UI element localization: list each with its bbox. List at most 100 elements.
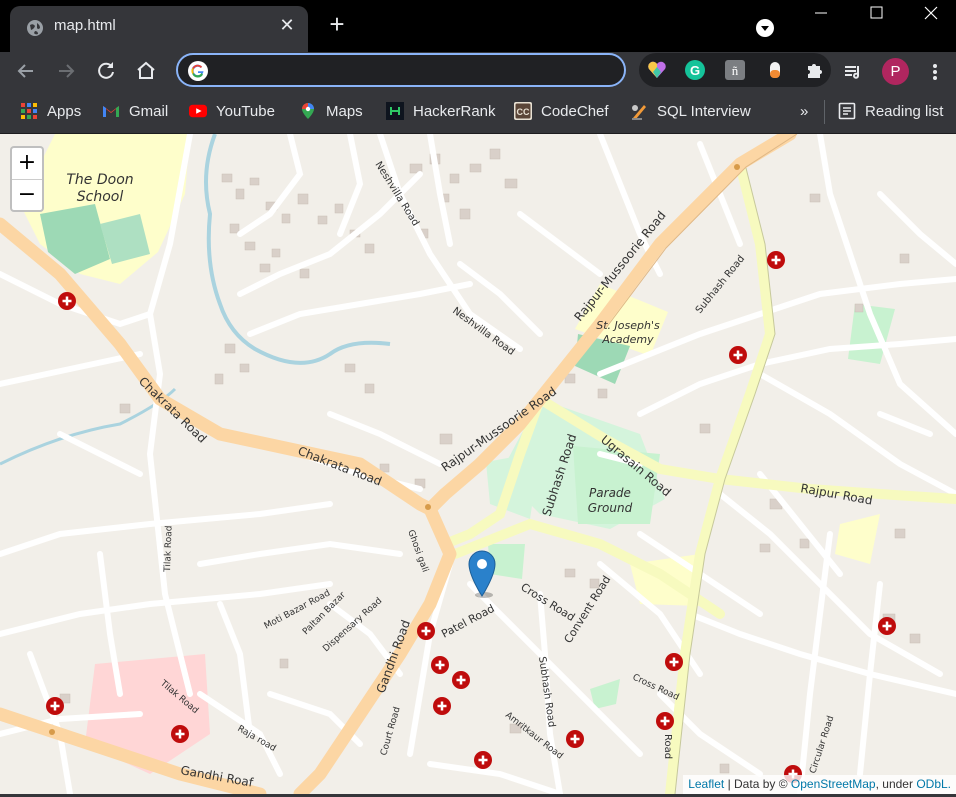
reading-list-button[interactable]: Reading list: [838, 100, 943, 122]
svg-text:ñ: ñ: [732, 63, 739, 78]
home-icon[interactable]: [133, 58, 159, 84]
bookmark-label: Apps: [47, 102, 82, 120]
map-label: Rajpur Road: [799, 481, 873, 507]
map-label: Cross Road: [631, 673, 681, 703]
hospital-icon: [878, 617, 896, 635]
close-tab-icon[interactable]: ✕: [278, 16, 296, 34]
bookmarks-overflow-label: »: [800, 102, 809, 120]
hospital-icon: [58, 292, 76, 310]
google-maps-icon: [302, 103, 314, 119]
junction-dot: [425, 504, 431, 510]
svg-text:CC: CC: [517, 107, 530, 117]
puzzle-extensions-icon[interactable]: [805, 60, 825, 80]
minimize-window-icon[interactable]: [794, 0, 848, 30]
kebab-menu-icon[interactable]: [925, 62, 945, 82]
gmail-icon: [103, 106, 119, 117]
hospital-icon: [665, 653, 683, 671]
map-label: Patel Road: [439, 602, 496, 641]
codechef-icon: CC: [514, 102, 532, 120]
sql-interview-icon: [632, 105, 646, 120]
map-label: Road: [662, 734, 673, 759]
forward-arrow-icon[interactable]: [53, 58, 79, 84]
hospital-icon: [767, 251, 785, 269]
bookmarks-overflow-button[interactable]: »: [800, 100, 808, 122]
junction-dot: [734, 164, 740, 170]
bookmark-label: YouTube: [216, 102, 275, 120]
map-label: Circular Road: [808, 715, 836, 775]
hackerrank-icon: [386, 102, 404, 120]
back-arrow-icon[interactable]: [13, 58, 39, 84]
bookmark-label: CodeChef: [541, 102, 609, 120]
map-label: Cross Road: [518, 581, 577, 624]
map-label: School: [77, 189, 124, 205]
reading-list-icon: [838, 102, 856, 120]
hospital-icon: [46, 697, 64, 715]
bookmark-label: Maps: [326, 102, 363, 120]
profile-avatar[interactable]: P: [882, 58, 909, 85]
attribution-text: , under: [875, 777, 917, 791]
hospital-icon: [566, 730, 584, 748]
zoom-out-button[interactable]: −: [12, 180, 42, 211]
bookmark-label: HackerRank: [413, 102, 496, 120]
map-label: Ground: [588, 501, 633, 515]
bookmarks-bar: Apps Gmail YouTube Maps HackerRank CC Co…: [0, 90, 956, 134]
keep-extension-icon[interactable]: ñ: [725, 60, 745, 80]
bookmark-apps[interactable]: Apps: [20, 100, 81, 122]
new-tab-button[interactable]: +: [325, 11, 349, 37]
map-label: Tilak Road: [163, 525, 175, 573]
openstreetmap-link[interactable]: OpenStreetMap: [791, 777, 876, 791]
map-label: Academy: [601, 333, 654, 346]
google-logo-icon: [188, 61, 208, 81]
bookmark-sql-interview[interactable]: SQL Interview: [630, 100, 751, 122]
maximize-window-icon[interactable]: [849, 0, 903, 30]
map-label: Neshvilla Road: [450, 306, 516, 358]
address-input[interactable]: [218, 59, 612, 83]
capsule-extension-icon[interactable]: [765, 60, 785, 80]
zoom-control: + −: [10, 146, 44, 212]
junction-dot: [49, 729, 55, 735]
school-grounds-area: [835, 514, 880, 564]
map-attribution: Leaflet | Data by © OpenStreetMap, under…: [683, 775, 956, 794]
tab-map-html[interactable]: map.html ✕: [10, 6, 308, 52]
map-tiles: The Doon School St. Joseph's Academy Par…: [0, 134, 956, 794]
hospital-icon: [729, 346, 747, 364]
bookmark-hackerrank[interactable]: HackerRank: [386, 100, 496, 122]
hospital-icon: [417, 622, 435, 640]
hospital-icon: [433, 697, 451, 715]
bookmark-codechef[interactable]: CC CodeChef: [514, 100, 609, 122]
hospital-icon: [474, 751, 492, 769]
map-label: Gandhi Road: [374, 618, 413, 695]
bookmark-label: SQL Interview: [657, 102, 751, 120]
hospital-icon: [171, 725, 189, 743]
close-window-icon[interactable]: [904, 0, 956, 30]
map-label: St. Joseph's: [596, 319, 660, 332]
leaflet-link[interactable]: Leaflet: [688, 777, 724, 791]
bookmark-label: Gmail: [129, 102, 169, 120]
bookmark-gmail[interactable]: Gmail: [102, 100, 168, 122]
heart-extension-icon[interactable]: [647, 60, 667, 80]
tab-search-icon[interactable]: [755, 18, 775, 38]
globe-icon: [27, 20, 43, 36]
odbl-link[interactable]: ODbL.: [916, 777, 951, 791]
map-label: Ghosi gali: [405, 529, 430, 574]
map-label: The Doon: [66, 172, 133, 188]
reload-icon[interactable]: [93, 58, 119, 84]
tab-title: map.html: [54, 17, 116, 34]
bookmark-maps[interactable]: Maps: [299, 100, 363, 122]
map-label: Parade: [589, 486, 631, 500]
svg-text:G: G: [690, 63, 700, 78]
attribution-text: | Data by ©: [724, 777, 791, 791]
address-bar[interactable]: [176, 53, 626, 87]
hospital-icon: [656, 712, 674, 730]
leaflet-map[interactable]: The Doon School St. Joseph's Academy Par…: [0, 134, 956, 794]
grammarly-icon[interactable]: G: [685, 60, 705, 80]
reading-list-label: Reading list: [865, 102, 944, 120]
zoom-in-button[interactable]: +: [12, 148, 42, 180]
media-queue-icon[interactable]: [843, 62, 863, 82]
bookmark-youtube[interactable]: YouTube: [189, 100, 275, 122]
browser-toolbar: G ñ P: [0, 52, 956, 90]
hospital-icon: [452, 671, 470, 689]
location-marker-icon[interactable]: [466, 548, 498, 598]
map-label: Court Road: [379, 706, 402, 757]
bookmarks-divider: [824, 100, 825, 124]
